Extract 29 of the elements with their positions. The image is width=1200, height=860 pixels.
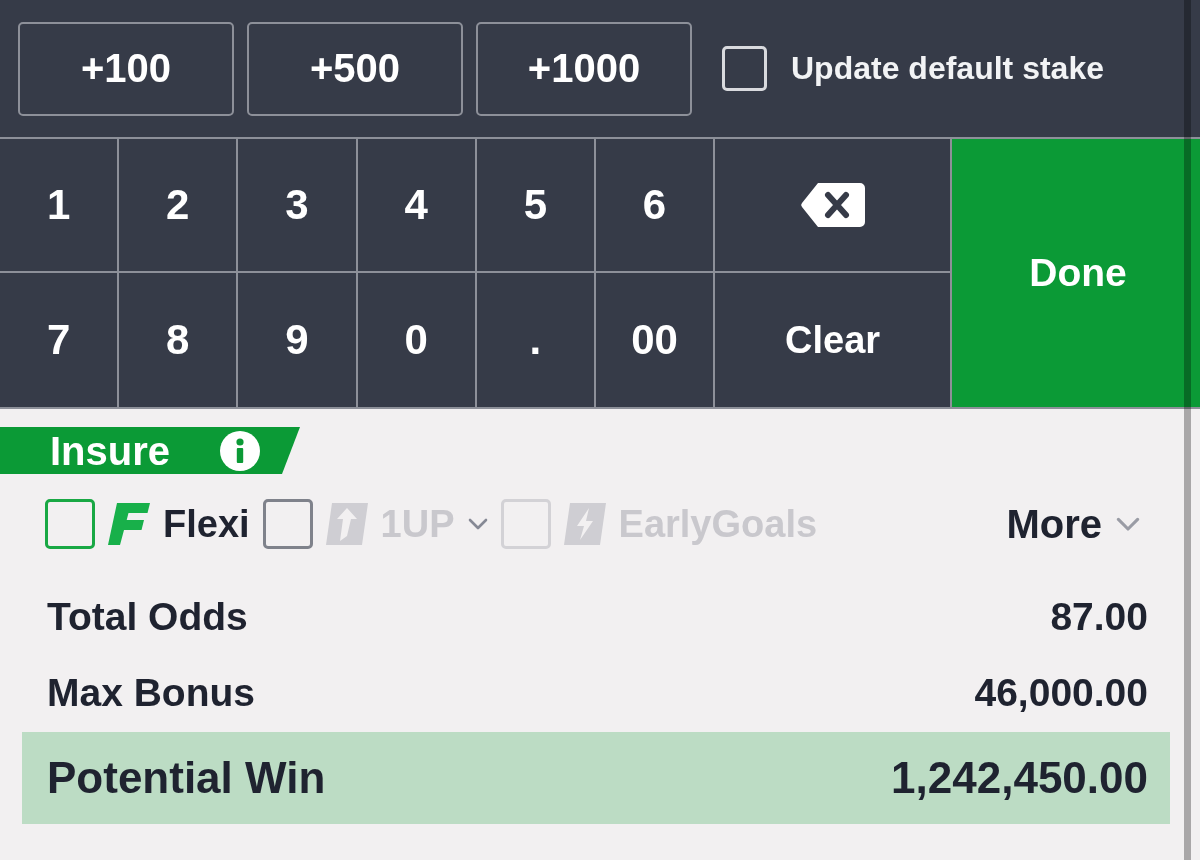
keypad-key[interactable]: 2 bbox=[119, 139, 239, 273]
quick-stake-button[interactable]: +100 bbox=[18, 21, 234, 116]
checkbox-label: Update default stake bbox=[791, 50, 1104, 87]
more-button[interactable]: More bbox=[1006, 501, 1140, 547]
quick-stake-button[interactable]: +1000 bbox=[476, 21, 692, 116]
f-logo-icon bbox=[108, 503, 150, 545]
summary-label: Potential Win bbox=[47, 753, 326, 803]
lightning-icon bbox=[563, 503, 606, 545]
up-arrow-icon bbox=[325, 503, 368, 545]
info-icon[interactable] bbox=[220, 430, 261, 471]
option-label: Flexi bbox=[163, 502, 250, 546]
backspace-key[interactable] bbox=[715, 139, 953, 273]
done-button[interactable]: Done bbox=[952, 139, 1200, 407]
keypad-key[interactable]: 4 bbox=[357, 139, 477, 273]
summary-label: Max Bonus bbox=[47, 671, 256, 715]
summary-value: 46,000.00 bbox=[974, 671, 1148, 715]
keypad-key[interactable]: 3 bbox=[238, 139, 358, 273]
summary-value: 87.00 bbox=[1050, 595, 1148, 639]
checkbox[interactable] bbox=[45, 499, 95, 549]
insure-label: Insure bbox=[50, 430, 171, 471]
chevron-down-icon bbox=[1116, 516, 1140, 532]
summary-label: Total Odds bbox=[47, 595, 248, 639]
keypad-key[interactable]: 6 bbox=[595, 139, 716, 273]
keypad-key[interactable]: 5 bbox=[476, 139, 596, 273]
summary-value: 1,242,450.00 bbox=[891, 753, 1148, 803]
quick-stake-button[interactable]: +500 bbox=[247, 21, 463, 116]
keypad-key[interactable]: 1 bbox=[0, 139, 120, 273]
scrollbar[interactable] bbox=[1184, 0, 1191, 860]
backspace-icon bbox=[799, 181, 866, 229]
